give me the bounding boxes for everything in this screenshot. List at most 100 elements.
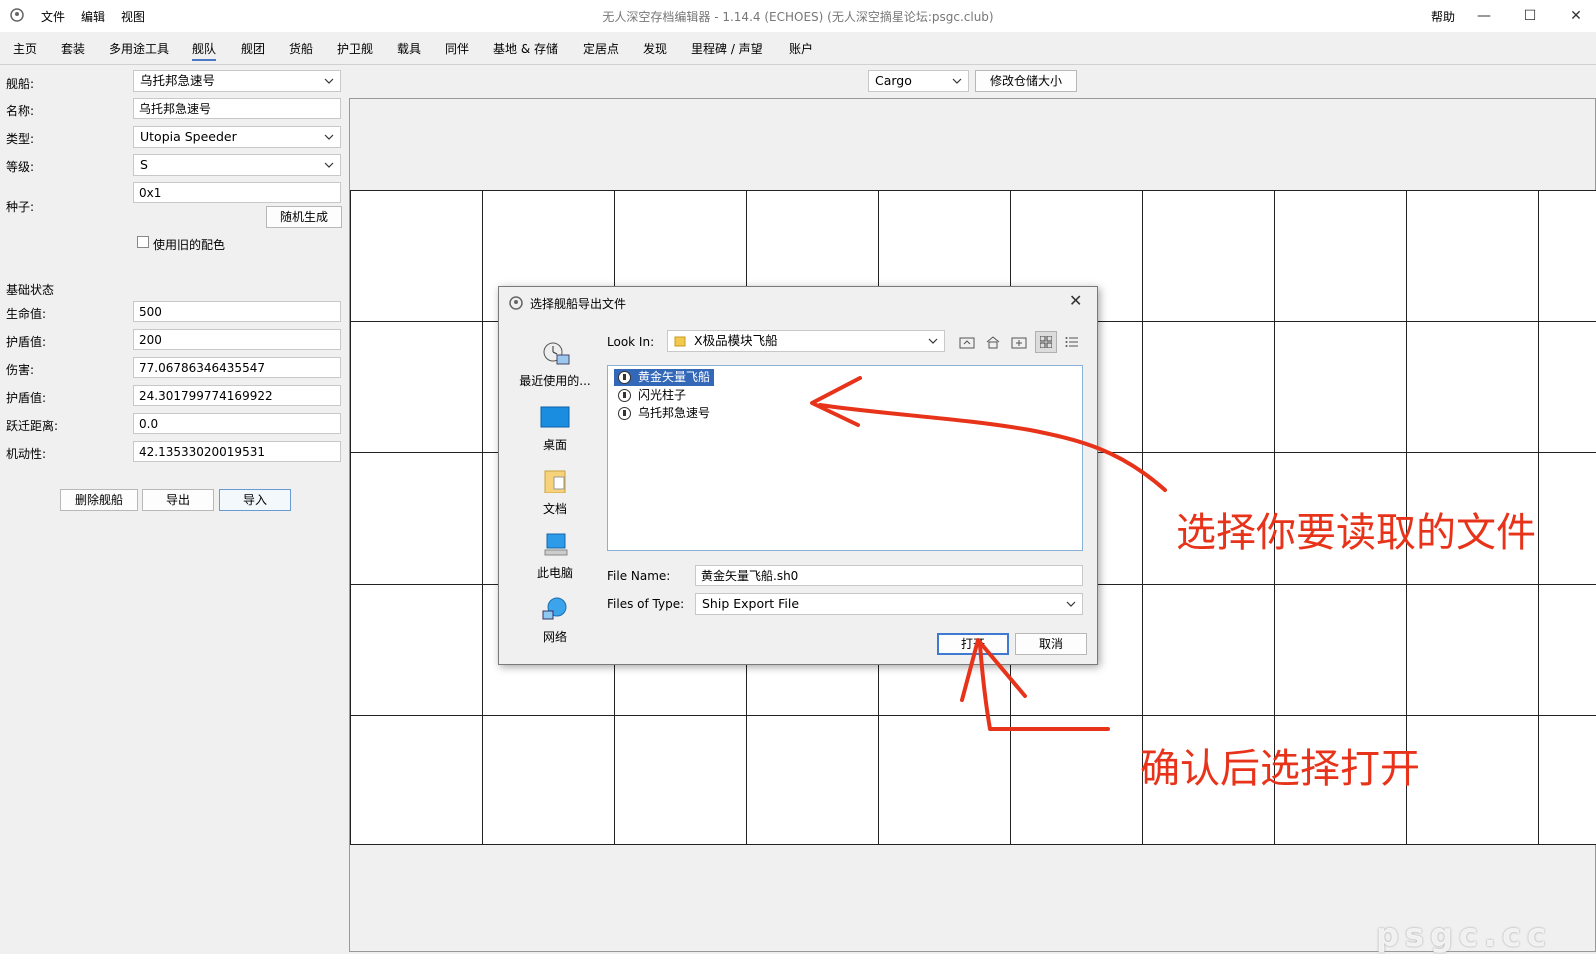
- place-this-pc[interactable]: 此电脑: [515, 533, 595, 581]
- file-type-label: Files of Type:: [607, 597, 685, 611]
- inventory-select[interactable]: Cargo: [868, 70, 969, 92]
- menu-view[interactable]: 视图: [121, 8, 145, 25]
- file-item-label: 乌托邦急速号: [638, 406, 711, 420]
- warp-label: 跃迁距离:: [6, 419, 59, 433]
- annotation-select-file: 选择你要读取的文件: [1176, 510, 1536, 556]
- ship-select-value: 乌托邦急速号: [140, 73, 216, 88]
- file-name-field[interactable]: 黄金矢量飞船.sh0: [695, 565, 1083, 586]
- chevron-down-icon: [952, 78, 962, 84]
- tab-frigates[interactable]: 护卫舰: [337, 40, 373, 57]
- tab-multitool[interactable]: 多用途工具: [109, 40, 169, 57]
- open-button[interactable]: 打开: [937, 633, 1009, 655]
- tab-squadron[interactable]: 舰团: [241, 40, 265, 57]
- maneuver-label: 机动性:: [6, 447, 47, 461]
- new-folder-icon[interactable]: [1011, 335, 1027, 349]
- tab-freighter[interactable]: 货船: [289, 40, 313, 57]
- place-recent[interactable]: 最近使用的...: [515, 341, 595, 389]
- damage-field[interactable]: 77.06786346435547: [133, 357, 341, 378]
- place-network-label: 网络: [542, 630, 567, 644]
- inventory-select-value: Cargo: [875, 73, 912, 88]
- documents-folder-icon: [544, 470, 566, 494]
- file-item[interactable]: 闪光柱子: [614, 387, 690, 404]
- chevron-down-icon: [928, 338, 938, 344]
- chevron-down-icon: [324, 162, 334, 168]
- tab-milestones[interactable]: 里程碑 / 声望: [691, 40, 763, 57]
- chevron-down-icon: [324, 78, 334, 84]
- up-folder-icon[interactable]: [959, 335, 975, 349]
- tab-settlements[interactable]: 定居点: [583, 40, 619, 57]
- title-bar: 文件 编辑 视图 无人深空存档编辑器 - 1.14.4 (ECHOES) (无人…: [0, 0, 1596, 32]
- shield-boost-field[interactable]: 24.301799774169922: [133, 385, 341, 406]
- annotation-confirm-open: 确认后选择打开: [1140, 746, 1420, 792]
- menu-edit[interactable]: 编辑: [81, 8, 105, 25]
- close-dialog-button[interactable]: ✕: [1069, 291, 1082, 310]
- tab-home[interactable]: 主页: [13, 40, 37, 57]
- desktop-icon: [540, 406, 570, 428]
- file-item-label: 闪光柱子: [638, 388, 687, 402]
- place-documents-label: 文档: [542, 502, 567, 516]
- import-button[interactable]: 导入: [219, 489, 291, 511]
- ship-select[interactable]: 乌托邦急速号: [133, 70, 341, 92]
- class-select[interactable]: S: [133, 154, 341, 176]
- old-colors-checkbox[interactable]: [137, 236, 149, 248]
- grid-row-line: [350, 715, 1596, 716]
- tab-bar: 主页 套装 多用途工具 舰队 舰团 货船 护卫舰 载具 同伴 基地 & 存储 定…: [0, 32, 1596, 65]
- tab-bases-storage[interactable]: 基地 & 存储: [493, 40, 558, 57]
- watermark-text: psgc.cc: [1376, 916, 1552, 954]
- file-name-label: File Name:: [607, 569, 671, 583]
- warp-field[interactable]: 0.0: [133, 413, 341, 434]
- chevron-down-icon: [1066, 601, 1076, 607]
- grid-col-line: [482, 190, 483, 844]
- file-type-select[interactable]: Ship Export File: [695, 593, 1083, 615]
- seed-label: 种子:: [6, 200, 35, 214]
- tab-exosuit[interactable]: 套装: [61, 40, 85, 57]
- shield-field[interactable]: 200: [133, 329, 341, 350]
- recent-clock-icon: [543, 342, 570, 365]
- file-chooser-dialog: 选择舰船导出文件 ✕ 最近使用的... 桌面 文档 此电脑 网络 Look In…: [498, 286, 1098, 665]
- resize-storage-button[interactable]: 修改仓储大小: [975, 70, 1077, 92]
- tab-companions[interactable]: 同伴: [445, 40, 469, 57]
- maneuver-field[interactable]: 42.13533020019531: [133, 441, 341, 462]
- close-window-button[interactable]: ✕: [1556, 4, 1596, 28]
- type-label: 类型:: [6, 132, 35, 146]
- grid-view-toggle[interactable]: [1035, 331, 1057, 353]
- delete-ship-button[interactable]: 删除舰船: [60, 489, 138, 511]
- tab-account[interactable]: 账户: [789, 40, 813, 57]
- file-item-label: 黄金矢量飞船: [638, 370, 711, 384]
- export-button[interactable]: 导出: [142, 489, 214, 511]
- shield-label: 护盾值:: [6, 335, 47, 349]
- menu-file[interactable]: 文件: [41, 8, 65, 25]
- menu-help[interactable]: 帮助: [1431, 8, 1455, 25]
- details-view-icon[interactable]: [1065, 335, 1079, 349]
- health-field[interactable]: 500: [133, 301, 341, 322]
- ship-file-icon: [618, 371, 631, 384]
- tab-discovery[interactable]: 发现: [643, 40, 667, 57]
- app-logo-icon: [509, 296, 523, 310]
- place-desktop[interactable]: 桌面: [515, 405, 595, 453]
- type-select[interactable]: Utopia Speeder: [133, 126, 341, 148]
- look-in-select[interactable]: X极品模块飞船: [667, 330, 945, 352]
- minimize-button[interactable]: —: [1464, 4, 1504, 28]
- tab-fleet[interactable]: 舰队: [192, 40, 217, 61]
- name-field[interactable]: 乌托邦急速号: [133, 98, 341, 119]
- file-list[interactable]: 黄金矢量飞船 闪光柱子 乌托邦急速号: [607, 365, 1083, 551]
- place-recent-label: 最近使用的...: [519, 374, 591, 388]
- home-icon[interactable]: [985, 335, 1001, 349]
- file-item[interactable]: 黄金矢量飞船: [614, 369, 715, 386]
- cancel-button[interactable]: 取消: [1015, 633, 1087, 655]
- old-colors-label: 使用旧的配色: [153, 238, 226, 252]
- tab-vehicles[interactable]: 载具: [397, 40, 421, 57]
- dialog-title: 选择舰船导出文件: [530, 297, 627, 311]
- look-in-label: Look In:: [607, 335, 655, 349]
- damage-label: 伤害:: [6, 363, 35, 377]
- seed-field[interactable]: 0x1: [133, 182, 341, 203]
- place-documents[interactable]: 文档: [515, 469, 595, 517]
- maximize-button[interactable]: ☐: [1510, 4, 1550, 28]
- place-network[interactable]: 网络: [515, 597, 595, 645]
- health-label: 生命值:: [6, 307, 47, 321]
- grid-col-line: [1538, 190, 1539, 844]
- random-generate-button[interactable]: 随机生成: [266, 206, 342, 228]
- ship-file-icon: [618, 389, 631, 402]
- class-select-value: S: [140, 157, 148, 172]
- file-item[interactable]: 乌托邦急速号: [614, 405, 714, 422]
